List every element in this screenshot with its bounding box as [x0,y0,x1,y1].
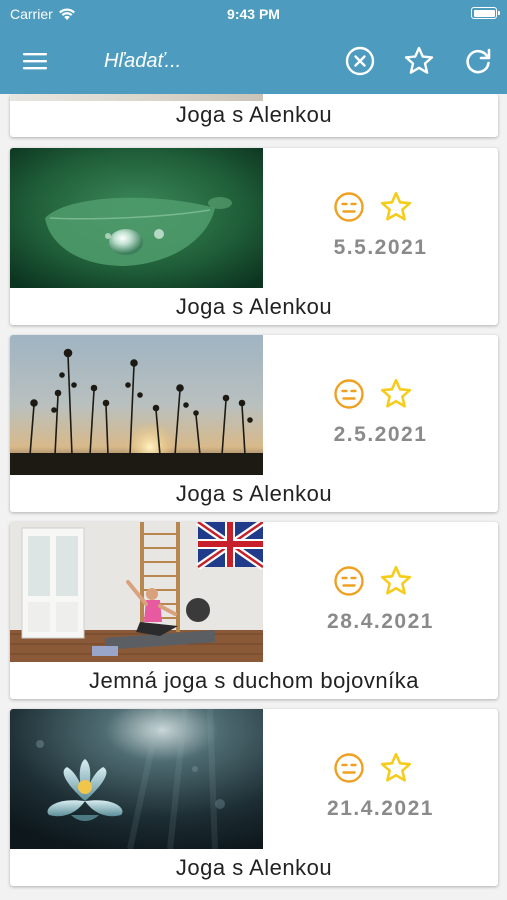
video-card[interactable]: Joga s Alenkou [10,94,498,137]
card-actions [333,751,413,785]
video-title: Jemná joga s duchom bojovníka [88,668,420,693]
neutral-face-icon[interactable] [333,191,365,223]
star-outline-icon[interactable] [379,751,413,785]
neutral-face-icon[interactable] [333,378,365,410]
video-date: 5.5.2021 [333,236,428,259]
circle-x-icon[interactable] [343,44,377,78]
neutral-face-icon[interactable] [333,565,365,597]
refresh-icon[interactable] [461,44,495,78]
card-actions [333,190,413,224]
video-title: Joga s Alenkou [175,294,333,319]
card-actions [333,377,413,411]
toolbar [0,28,507,94]
star-outline-icon[interactable] [379,564,413,598]
video-thumbnail [10,335,263,475]
video-title: Joga s Alenkou [175,481,333,506]
video-thumbnail [10,148,263,288]
search-input[interactable] [104,46,324,76]
status-bar: Carrier 9:43 PM [0,0,507,28]
neutral-face-icon[interactable] [333,752,365,784]
star-outline-icon[interactable] [379,377,413,411]
star-outline-icon[interactable] [402,44,436,78]
video-card[interactable]: 2.5.2021 Joga s Alenkou [10,335,498,512]
star-outline-icon[interactable] [379,190,413,224]
video-date: 21.4.2021 [327,797,434,820]
status-time: 9:43 PM [227,6,280,22]
video-title: Joga s Alenkou [175,102,333,127]
video-date: 28.4.2021 [327,610,434,633]
video-date: 2.5.2021 [333,423,428,446]
video-card[interactable]: 5.5.2021 Joga s Alenkou [10,148,498,325]
hamburger-menu-icon[interactable] [18,44,52,78]
card-actions [333,564,413,598]
video-list: Joga s Alenkou 5.5.2021 Joga s Alenkou 2… [0,94,507,900]
video-card[interactable]: 21.4.2021 Joga s Alenkou [10,709,498,886]
video-thumbnail [10,709,263,849]
video-thumbnail [10,522,263,662]
app-header: Carrier 9:43 PM [0,0,507,94]
video-title: Joga s Alenkou [175,855,333,880]
battery-icon [471,7,500,19]
video-card[interactable]: 28.4.2021 Jemná joga s duchom bojovníka [10,522,498,699]
